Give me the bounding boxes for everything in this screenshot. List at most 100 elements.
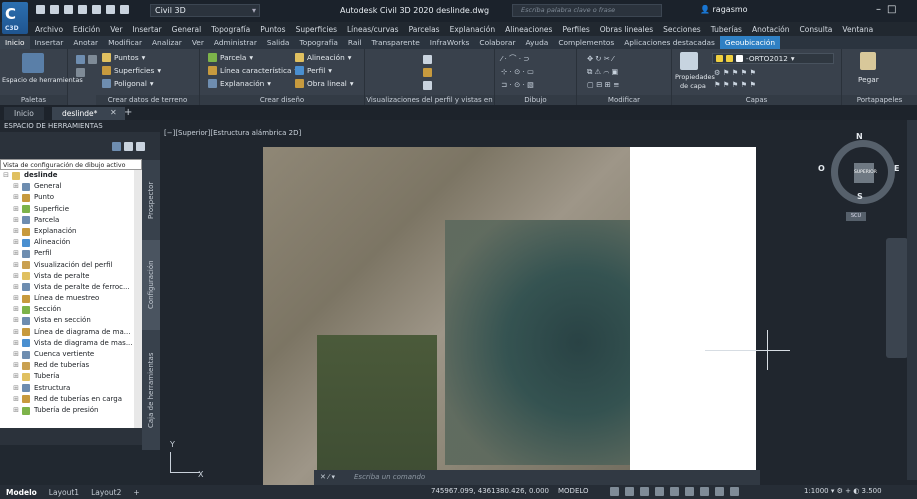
ribbon-tab-5[interactable]: Ver <box>187 36 209 49</box>
workspace-dropdown[interactable]: Civil 3D <box>150 4 260 17</box>
ribbon-tab-8[interactable]: Topografía <box>294 36 342 49</box>
expand-icon[interactable]: ⊞ <box>12 349 20 360</box>
layer-tools-icon[interactable]: ⚙ ⚑ ⚑ ⚑ ⚑ <box>714 68 756 77</box>
menu-4[interactable]: General <box>167 25 207 34</box>
app-menu-button[interactable]: C C3D <box>2 2 28 34</box>
expand-icon[interactable]: ⊞ <box>12 338 20 349</box>
expand-icon[interactable]: ⊞ <box>12 181 20 192</box>
menu-0[interactable]: Archivo <box>30 25 68 34</box>
lineweight-icon[interactable] <box>700 487 709 496</box>
expand-icon[interactable]: ⊞ <box>12 327 20 338</box>
toolspace-icon[interactable] <box>22 53 44 73</box>
expand-icon[interactable]: ⊞ <box>12 237 20 248</box>
ribbon-tab-11[interactable]: InfraWorks <box>425 36 475 49</box>
parcel-button[interactable]: Parcela ▾ <box>208 53 253 62</box>
compass-o[interactable]: O <box>818 164 825 173</box>
menu-14[interactable]: Secciones <box>658 25 706 34</box>
tree-item[interactable]: ⊞ Vista de peralte <box>0 271 142 282</box>
menu-8[interactable]: Líneas/curvas <box>342 25 404 34</box>
menu-18[interactable]: Ventana <box>837 25 878 34</box>
tree-item[interactable]: ⊞ General <box>0 181 142 192</box>
polar-icon[interactable] <box>655 487 664 496</box>
surfaces-button[interactable]: Superficies ▾ <box>102 66 161 75</box>
tree-item[interactable]: ⊟ deslinde <box>0 170 142 181</box>
draw-circle-icon[interactable]: ⊹ · ⊙ · ▭ <box>501 67 534 76</box>
sample-line-icon[interactable] <box>423 68 432 77</box>
expand-icon[interactable]: ⊞ <box>12 371 20 382</box>
tree-item[interactable]: ⊞ Tubería de presión <box>0 405 142 416</box>
menu-1[interactable]: Edición <box>68 25 105 34</box>
tree-item[interactable]: ⊞ Perfil <box>0 248 142 259</box>
tree-item[interactable]: ⊞ Vista de peralte de ferroc... <box>0 282 142 293</box>
paste-icon[interactable] <box>860 52 876 70</box>
prospector-icon[interactable] <box>76 55 85 64</box>
menu-7[interactable]: Superficies <box>291 25 342 34</box>
move-icon[interactable]: ✥ ↻ ✂ ⁄ <box>587 54 614 63</box>
menu-5[interactable]: Topografía <box>206 25 255 34</box>
featureline-button[interactable]: Línea característica ▾ <box>208 66 298 75</box>
expand-icon[interactable]: ⊞ <box>12 293 20 304</box>
ribbon-tab-10[interactable]: Transparente <box>366 36 424 49</box>
profile-view-icon[interactable] <box>423 55 432 64</box>
ribbon-tab-9[interactable]: Rail <box>343 36 367 49</box>
copy-icon[interactable]: ⧉ ⚠ ⌒ ▣ <box>587 67 618 77</box>
layer-properties-button[interactable]: Propiedades <box>675 73 715 81</box>
menu-10[interactable]: Explanación <box>445 25 501 34</box>
ribbon-tab-2[interactable]: Anotar <box>68 36 103 49</box>
open-icon[interactable] <box>50 5 59 14</box>
new-tab-icon[interactable]: + <box>124 107 132 118</box>
ribbon-tab-6[interactable]: Administrar <box>209 36 262 49</box>
expand-icon[interactable]: ⊞ <box>12 204 20 215</box>
section-view-icon[interactable] <box>423 81 432 90</box>
expand-icon[interactable]: ⊞ <box>12 192 20 203</box>
ribbon-tab-15[interactable]: Aplicaciones destacadas <box>619 36 720 49</box>
coordinates-readout[interactable]: 745967.099, 4361380.426, 0.000 <box>431 487 549 495</box>
palette-tool-icon-2[interactable] <box>124 142 133 151</box>
tab-caja-herramientas[interactable]: Caja de herramientas <box>142 330 160 450</box>
tree-item[interactable]: ⊞ Explanación <box>0 226 142 237</box>
tree-scrollbar[interactable] <box>134 170 142 428</box>
expand-icon[interactable]: ⊞ <box>12 304 20 315</box>
save-as-icon[interactable] <box>78 5 87 14</box>
layout-tab-2[interactable]: Layout2 <box>85 488 127 497</box>
grid-icon[interactable] <box>610 487 619 496</box>
window-controls[interactable]: –□ <box>876 4 902 15</box>
command-line[interactable]: ✕ ⁄ ▾ Escriba un comando <box>314 470 760 485</box>
tree-item[interactable]: ⊞ Línea de muestreo <box>0 293 142 304</box>
drawing-viewport[interactable]: [−][Superior][Estructura alámbrica 2D] Y… <box>160 120 917 485</box>
compass-e[interactable]: E <box>894 164 899 173</box>
compass-s[interactable]: S <box>857 192 863 201</box>
expand-icon[interactable]: ⊞ <box>12 260 20 271</box>
view-dropdown[interactable]: Vista de configuración de dibujo activo <box>0 159 142 170</box>
help-icon[interactable] <box>136 142 145 151</box>
ribbon-tab-7[interactable]: Salida <box>262 36 295 49</box>
new-icon[interactable] <box>36 5 45 14</box>
tree-item[interactable]: ⊞ Parcela <box>0 215 142 226</box>
expand-icon[interactable]: ⊞ <box>12 215 20 226</box>
view-cube[interactable]: SUPERIOR <box>831 140 895 204</box>
command-close-icon[interactable]: ✕ ⁄ ▾ <box>320 470 335 485</box>
grading-button[interactable]: Explanación ▾ <box>208 79 271 88</box>
palette-tool-icon-1[interactable] <box>112 142 121 151</box>
transparency-icon[interactable] <box>715 487 724 496</box>
corridor-button[interactable]: Obra lineal ▾ <box>295 79 354 88</box>
expand-icon[interactable]: ⊞ <box>12 405 20 416</box>
annotation-scale[interactable]: 1:1000 ▾ ⚙ + ◐ 3.500 <box>804 487 882 495</box>
layer-tools-2-icon[interactable]: ⚑ ⚑ ⚑ ⚑ ⚑ <box>714 80 756 89</box>
draw-poly-icon[interactable]: ⊐ · ⊙ · ▧ <box>501 80 534 89</box>
expand-icon[interactable]: ⊞ <box>12 248 20 259</box>
draw-line-icon[interactable]: ⁄ · ⌒ · ⊃ <box>501 54 530 64</box>
add-layout-icon[interactable]: + <box>127 488 145 497</box>
menu-2[interactable]: Ver <box>105 25 127 34</box>
menu-11[interactable]: Alineaciones <box>500 25 557 34</box>
ribbon-tab-12[interactable]: Colaborar <box>474 36 520 49</box>
points-button[interactable]: Puntos ▾ <box>102 53 145 62</box>
expand-icon[interactable]: ⊟ <box>2 170 10 181</box>
tree-item[interactable]: ⊞ Sección <box>0 304 142 315</box>
redo-icon[interactable] <box>120 5 129 14</box>
layout-tab-model[interactable]: Modelo <box>0 488 43 497</box>
ortho-icon[interactable] <box>640 487 649 496</box>
tree-item[interactable]: ⊞ Superficie <box>0 204 142 215</box>
expand-icon[interactable]: ⊞ <box>12 282 20 293</box>
menu-15[interactable]: Tuberías <box>706 25 747 34</box>
